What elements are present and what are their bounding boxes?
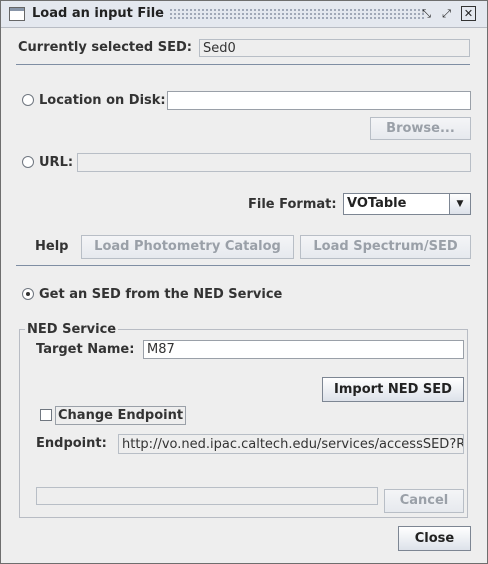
target-name-label: Target Name: — [36, 342, 135, 357]
load-spectrum-sed-button[interactable]: Load Spectrum/SED — [300, 235, 471, 259]
window-icon — [9, 7, 25, 21]
maximize-icon[interactable]: ⤢ — [439, 6, 454, 21]
target-name-input[interactable]: M87 — [143, 340, 464, 359]
ned-option-label: Get an SED from the NED Service — [39, 287, 283, 302]
endpoint-field: http://vo.ned.ipac.caltech.edu/services/… — [118, 434, 464, 454]
browse-button[interactable]: Browse... — [370, 117, 471, 140]
change-endpoint-label[interactable]: Change Endpoint — [55, 406, 187, 425]
title-bar[interactable]: Load an input File ⤡ ⤢ ✕ — [1, 1, 487, 28]
close-icon[interactable]: ✕ — [461, 6, 476, 21]
disk-path-input[interactable] — [167, 91, 471, 110]
minimize-icon[interactable]: ⤡ — [419, 6, 434, 21]
file-format-select[interactable]: VOTable ▼ — [343, 193, 471, 215]
file-format-label: File Format: — [248, 197, 337, 212]
url-radio[interactable] — [22, 156, 34, 168]
ned-service-title: NED Service — [25, 322, 119, 337]
load-photometry-catalog-button[interactable]: Load Photometry Catalog — [81, 235, 294, 259]
current-sed-field: Sed0 — [199, 39, 470, 57]
help-label: Help — [35, 239, 69, 254]
title-bar-grip — [169, 8, 425, 20]
disk-radio[interactable] — [22, 94, 34, 106]
url-input[interactable] — [77, 153, 471, 172]
url-label: URL: — [39, 155, 74, 170]
chevron-down-icon[interactable]: ▼ — [449, 194, 470, 214]
disk-label: Location on Disk: — [39, 93, 166, 108]
separator — [16, 265, 470, 266]
progress-bar — [36, 487, 378, 505]
close-button[interactable]: Close — [398, 526, 471, 551]
cancel-button[interactable]: Cancel — [384, 489, 464, 513]
ned-radio[interactable] — [22, 288, 34, 300]
import-ned-sed-button[interactable]: Import NED SED — [322, 377, 464, 402]
endpoint-label: Endpoint: — [36, 436, 107, 451]
window-title: Load an input File — [32, 6, 164, 21]
change-endpoint-checkbox[interactable] — [40, 409, 52, 421]
load-input-file-dialog: Load an input File ⤡ ⤢ ✕ Currently selec… — [0, 0, 488, 564]
separator — [16, 64, 470, 65]
current-sed-label: Currently selected SED: — [18, 40, 192, 55]
file-format-value: VOTable — [347, 196, 407, 211]
